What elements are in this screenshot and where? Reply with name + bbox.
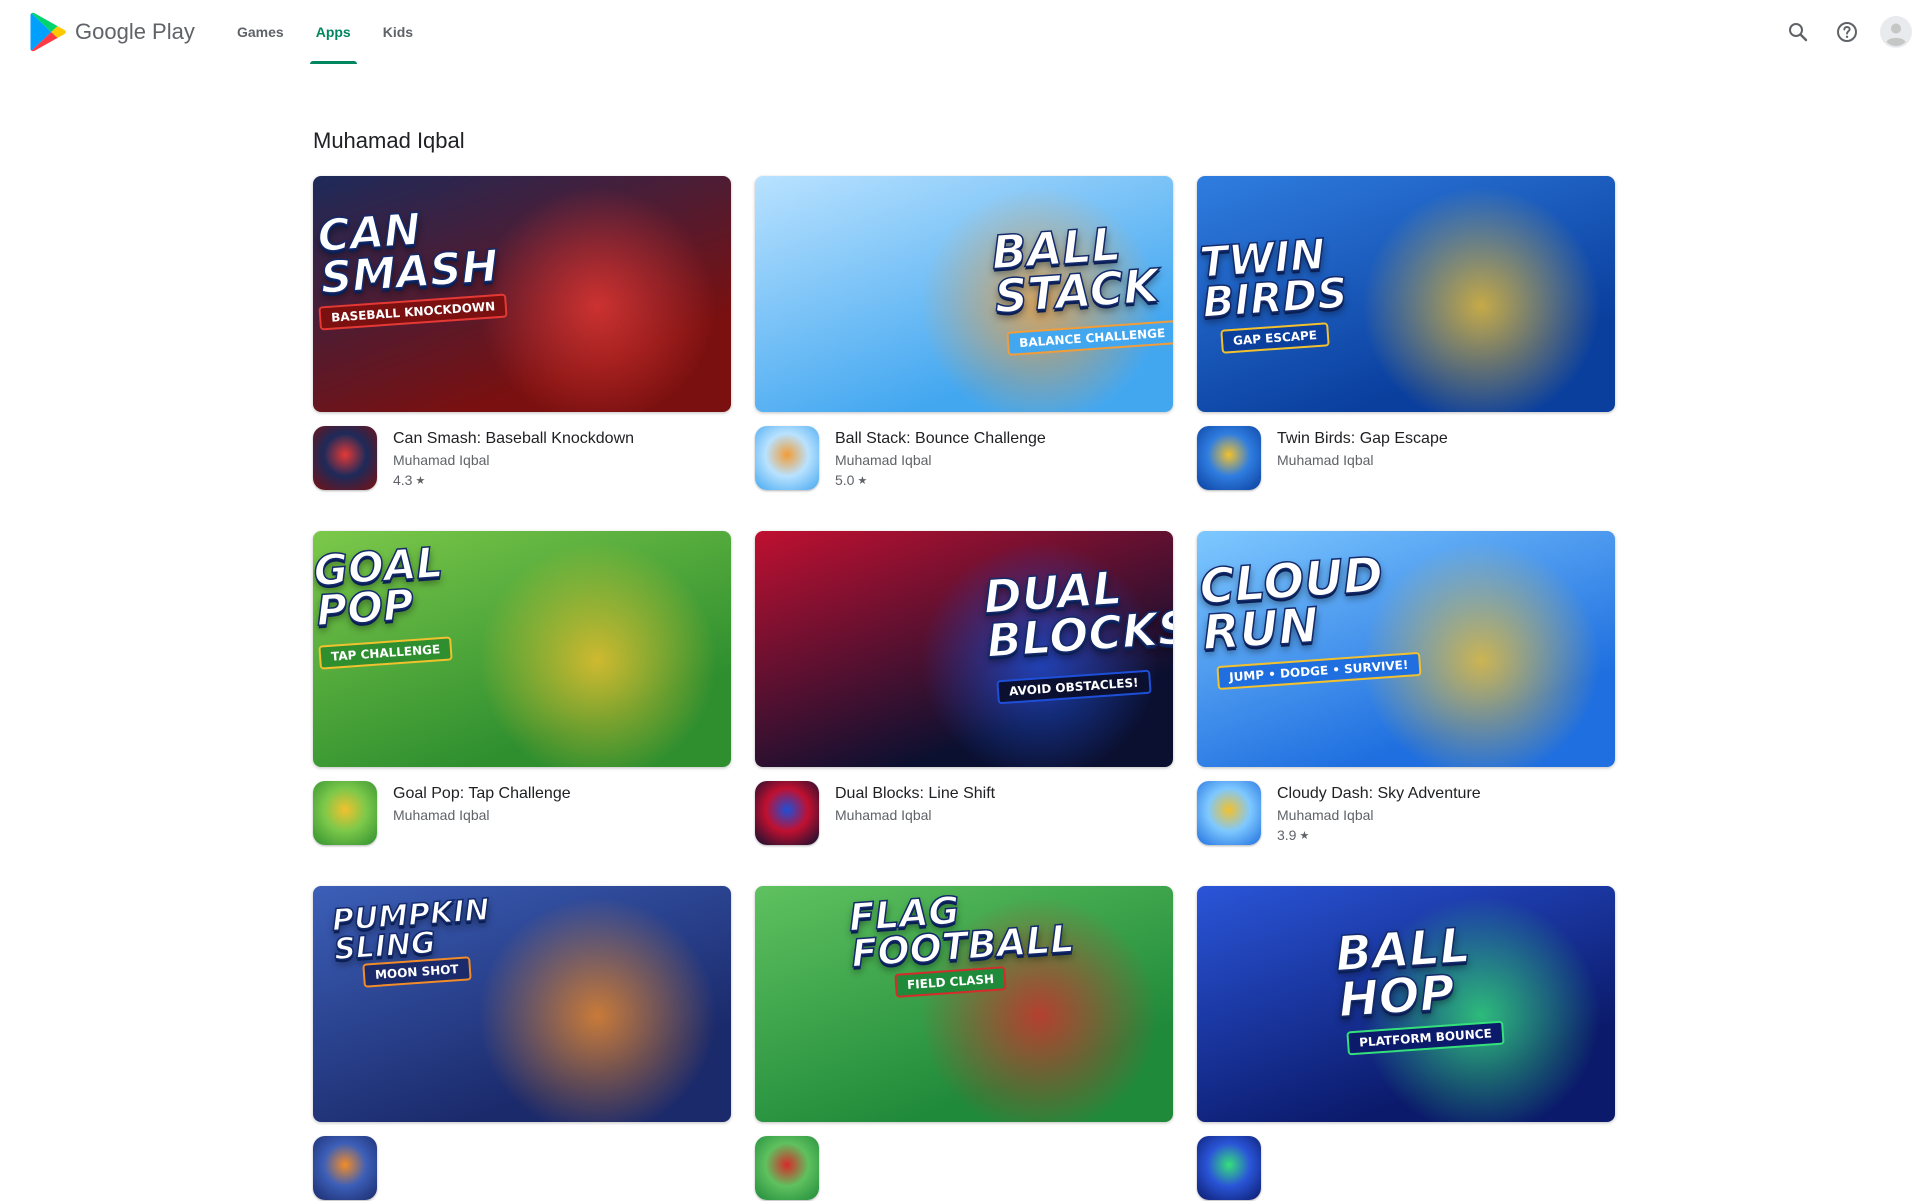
app-card[interactable]: GOAL POP TAP CHALLENGE Goal Pop: Tap Cha… xyxy=(313,531,731,846)
banner-title: DUAL BLOCKS xyxy=(981,560,1173,669)
app-card[interactable]: FLAG FOOTBALL FIELD CLASH ★ xyxy=(755,886,1173,1201)
tab-kids-label: Kids xyxy=(382,24,414,40)
star-icon: ★ xyxy=(1299,830,1310,842)
banner-title: FLAG FOOTBALL xyxy=(847,887,1077,976)
app-card[interactable]: TWIN BIRDS GAP ESCAPE Twin Birds: Gap Es… xyxy=(1197,176,1615,491)
brand-name: Google Play xyxy=(75,19,195,44)
app-card[interactable]: DUAL BLOCKS AVOID OBSTACLES! Dual Blocks… xyxy=(755,531,1173,846)
developer-title: Muhamad Iqbal xyxy=(313,128,465,153)
app-icon xyxy=(313,426,377,490)
app-name: Goal Pop: Tap Challenge xyxy=(393,785,571,802)
banner-title: PUMPKIN SLING xyxy=(330,892,491,968)
banner-title: BALL HOP xyxy=(1333,917,1473,1029)
banner-title: BALL STACK xyxy=(989,216,1161,324)
app-name: Can Smash: Baseball Knockdown xyxy=(393,430,635,447)
app-icon xyxy=(1197,426,1261,490)
banner-subtitle: GAP ESCAPE xyxy=(1220,322,1330,354)
app-icon xyxy=(1197,781,1261,845)
tab-apps-label: Apps xyxy=(315,24,351,40)
app-banner: PUMPKIN SLING MOON SHOT xyxy=(313,886,731,1122)
banner-title: CLOUD RUN xyxy=(1197,546,1386,662)
app-name: Twin Birds: Gap Escape xyxy=(1277,430,1448,447)
app-developer: Muhamad Iqbal xyxy=(393,452,490,468)
banner-subtitle: AVOID OBSTACLES! xyxy=(996,669,1152,705)
main-nav: Games Apps Kids xyxy=(225,0,433,64)
banner-title: CAN SMASH xyxy=(315,203,501,304)
app-icon xyxy=(755,781,819,845)
app-banner: CAN SMASH BASEBALL KNOCKDOWN xyxy=(313,176,731,412)
tab-kids[interactable]: Kids xyxy=(371,0,425,64)
help-button[interactable] xyxy=(1827,12,1867,52)
app-banner: FLAG FOOTBALL FIELD CLASH xyxy=(755,886,1173,1122)
help-icon xyxy=(1837,22,1857,42)
rating-value: 3.9 xyxy=(1277,827,1297,843)
banner-title: TWIN BIRDS xyxy=(1197,229,1349,328)
rating-value: 5.0 xyxy=(835,472,855,488)
search-icon xyxy=(1789,23,1808,42)
app-icon xyxy=(1197,1136,1261,1200)
app-developer: Muhamad Iqbal xyxy=(835,452,932,468)
app-card[interactable]: BALL STACK BALANCE CHALLENGE Ball Stack:… xyxy=(755,176,1173,491)
play-triangle-icon xyxy=(30,12,66,52)
app-name: Dual Blocks: Line Shift xyxy=(835,785,996,802)
app-rating: 3.9 ★ xyxy=(1277,825,1481,846)
app-card[interactable]: CLOUD RUN JUMP • DODGE • SURVIVE! Cloudy… xyxy=(1197,531,1615,846)
app-card[interactable]: PUMPKIN SLING MOON SHOT ★ xyxy=(313,886,731,1201)
rating-value: 4.3 xyxy=(393,472,413,488)
star-icon: ★ xyxy=(857,475,868,487)
search-button[interactable] xyxy=(1778,12,1818,52)
app-name: Cloudy Dash: Sky Adventure xyxy=(1277,785,1481,802)
tab-games-label: Games xyxy=(237,24,284,40)
app-banner: GOAL POP TAP CHALLENGE xyxy=(313,531,731,767)
banner-title: GOAL POP xyxy=(313,537,445,636)
app-developer: Muhamad Iqbal xyxy=(393,807,490,823)
app-banner: CLOUD RUN JUMP • DODGE • SURVIVE! xyxy=(1197,531,1615,767)
banner-subtitle: BALANCE CHALLENGE xyxy=(1006,320,1173,356)
app-rating: 4.3 ★ xyxy=(393,470,634,491)
google-play-logo[interactable]: Google Play xyxy=(30,12,195,52)
app-rating: 5.0 ★ xyxy=(835,470,1046,491)
banner-subtitle: TAP CHALLENGE xyxy=(318,636,453,670)
app-banner: BALL HOP PLATFORM BOUNCE xyxy=(1197,886,1615,1122)
app-icon xyxy=(755,1136,819,1200)
app-name: Ball Stack: Bounce Challenge xyxy=(835,430,1046,447)
app-banner: TWIN BIRDS GAP ESCAPE xyxy=(1197,176,1615,412)
app-grid: CAN SMASH BASEBALL KNOCKDOWN Can Smash: … xyxy=(313,176,1615,1201)
app-banner: DUAL BLOCKS AVOID OBSTACLES! xyxy=(755,531,1173,767)
app-developer: Muhamad Iqbal xyxy=(1277,807,1374,823)
star-icon: ★ xyxy=(415,475,426,487)
top-app-bar: Google Play Games Apps Kids xyxy=(0,0,1920,64)
app-card[interactable]: CAN SMASH BASEBALL KNOCKDOWN Can Smash: … xyxy=(313,176,731,491)
app-icon xyxy=(755,426,819,490)
app-banner: BALL STACK BALANCE CHALLENGE xyxy=(755,176,1173,412)
app-icon xyxy=(313,1136,377,1200)
tab-apps[interactable]: Apps xyxy=(304,0,363,64)
app-icon xyxy=(313,781,377,845)
app-developer: Muhamad Iqbal xyxy=(1277,452,1374,468)
account-avatar-icon xyxy=(1880,16,1912,48)
app-developer: Muhamad Iqbal xyxy=(835,807,932,823)
account-button[interactable] xyxy=(1876,12,1916,52)
tab-games[interactable]: Games xyxy=(225,0,296,64)
app-card[interactable]: BALL HOP PLATFORM BOUNCE ★ xyxy=(1197,886,1615,1201)
